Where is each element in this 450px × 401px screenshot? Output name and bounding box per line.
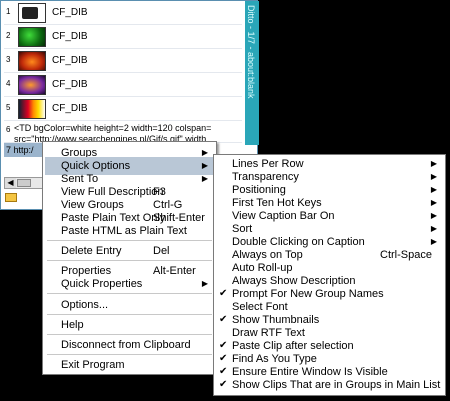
clip-number: 5 [6,103,11,112]
menu-item-exit[interactable]: Exit Program [45,356,214,374]
menu-separator [47,293,212,294]
menu-item-delete-entry[interactable]: Delete Entry Del [45,242,214,260]
menu-item-shortcut: Del [153,245,170,257]
context-menu: Groups ▶ Quick Options ▶ Sent To ▶ View … [42,141,217,375]
menu-item-label: Help [61,319,84,331]
folder-icon[interactable] [5,193,17,202]
clip-number: 1 [6,7,11,16]
clip-text: http:/ [13,145,34,155]
menu-item-label: Options... [61,299,109,311]
clip-label: CF_DIB [52,79,88,90]
menu-separator [47,314,212,315]
menu-item-label: Quick Properties [61,278,143,290]
caption-sidebar[interactable]: Ditto - 1/7 - about:blank [245,1,259,145]
menu-item-label: Delete Entry [61,245,122,257]
menu-item-label: Paste HTML as Plain Text [61,225,187,237]
menu-item-quick-properties[interactable]: Quick Properties ▶ [45,275,214,293]
clip-text-line-1: <TD bgColor=white height=2 width=120 col… [14,123,212,133]
clip-label: CF_DIB [52,7,88,18]
menu-item-label: Disconnect from Clipboard [61,339,191,351]
submenu-item-show-clips-in-groups[interactable]: ✔ Show Clips That are in Groups in Main … [216,376,443,394]
clip-label: CF_DIB [52,31,88,42]
menu-separator [47,240,212,241]
menu-separator [47,354,212,355]
clip-thumbnail [18,51,46,71]
checkmark-icon: ✔ [219,379,228,390]
menu-item-help[interactable]: Help [45,316,214,334]
clip-thumbnail [18,27,46,47]
menu-item-options[interactable]: Options... [45,296,214,314]
menu-item-label: Exit Program [61,359,125,371]
clip-thumbnail [18,99,46,119]
clip-thumbnail [18,3,46,23]
clip-number: 4 [6,79,11,88]
clip-item-4[interactable]: 4 CF_DIB [4,73,242,97]
menu-item-paste-html-plain[interactable]: Paste HTML as Plain Text [45,222,214,240]
clip-item-5[interactable]: 5 CF_DIB [4,97,242,121]
clip-number: 6 [6,125,11,134]
clip-label: CF_DIB [52,55,88,66]
clip-item-1[interactable]: 1 CF_DIB [4,1,242,25]
scroll-left-icon[interactable]: ◀ [5,178,16,188]
quick-options-submenu: Lines Per Row ▶ Transparency ▶ Positioni… [213,154,446,396]
clip-item-2[interactable]: 2 CF_DIB [4,25,242,49]
menu-separator [47,334,212,335]
submenu-arrow-icon: ▶ [201,279,208,288]
scroll-thumb[interactable] [17,179,31,187]
window-title: Ditto - 1/7 - about:blank [246,5,256,99]
clip-item-3[interactable]: 3 CF_DIB [4,49,242,73]
clip-label: CF_DIB [52,103,88,114]
clip-item-6[interactable]: 6 <TD bgColor=white height=2 width=120 c… [4,121,242,144]
menu-separator [47,260,212,261]
menu-item-disconnect[interactable]: Disconnect from Clipboard [45,336,214,354]
clip-number: 2 [6,31,11,40]
clip-thumbnail [18,75,46,95]
clip-number: 3 [6,55,11,64]
clip-number: 7 [6,145,12,155]
submenu-item-label: Show Clips That are in Groups in Main Li… [232,379,441,391]
